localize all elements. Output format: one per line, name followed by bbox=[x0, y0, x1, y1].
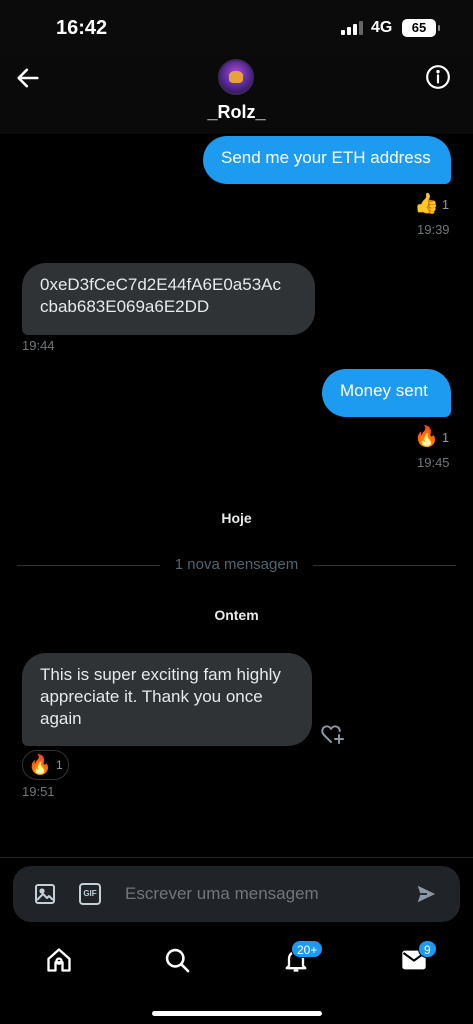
info-circle-icon[interactable] bbox=[425, 64, 451, 90]
fire-icon: 🔥 bbox=[28, 755, 52, 776]
message-text: Send me your ETH address bbox=[221, 148, 431, 167]
contact-name[interactable]: _Rolz_ bbox=[0, 102, 473, 123]
bottom-tab-bar: 20+ 9 bbox=[0, 930, 473, 1024]
message-time: 19:39 bbox=[417, 222, 450, 237]
reaction-count: 1 bbox=[441, 196, 450, 212]
new-messages-separator: 1 nova mensagem bbox=[0, 556, 473, 573]
status-bar: 16:42 4G 65 bbox=[0, 0, 473, 56]
reaction-count: 1 bbox=[441, 429, 450, 445]
arrow-left-icon[interactable] bbox=[14, 64, 42, 92]
image-icon[interactable] bbox=[33, 882, 57, 906]
notifications-badge: 20+ bbox=[291, 940, 324, 958]
message-reaction[interactable]: 🔥 1 bbox=[22, 750, 69, 780]
new-messages-label: 1 nova mensagem bbox=[166, 556, 307, 573]
thumbs-up-icon: 👍 bbox=[414, 193, 439, 215]
add-reaction-icon[interactable] bbox=[320, 722, 346, 746]
network-type: 4G bbox=[371, 19, 393, 36]
message-bubble-outgoing[interactable]: Send me your ETH address bbox=[203, 136, 451, 184]
message-time: 19:45 bbox=[417, 455, 450, 470]
divider bbox=[0, 857, 473, 858]
message-input[interactable] bbox=[125, 882, 395, 906]
signal-icon bbox=[341, 21, 365, 35]
fire-icon: 🔥 bbox=[414, 426, 439, 448]
day-separator-yesterday: Ontem bbox=[214, 607, 259, 623]
reaction-count: 1 bbox=[55, 758, 63, 772]
message-text-line: again bbox=[40, 709, 82, 728]
send-icon[interactable] bbox=[415, 883, 437, 905]
search-icon[interactable] bbox=[163, 946, 191, 974]
gif-icon[interactable]: GIF bbox=[79, 883, 101, 905]
message-time: 19:51 bbox=[22, 784, 55, 799]
message-time: 19:44 bbox=[22, 338, 55, 353]
messages-badge: 9 bbox=[418, 940, 437, 958]
message-text-line: appreciate it. Thank you once bbox=[40, 687, 263, 706]
home-icon[interactable] bbox=[45, 946, 73, 974]
message-bubble-incoming[interactable]: This is super exciting fam highly apprec… bbox=[22, 653, 312, 746]
message-reaction[interactable]: 👍 1 bbox=[414, 193, 449, 215]
chat-header: _Rolz_ bbox=[0, 56, 473, 134]
day-separator-today: Hoje bbox=[221, 510, 252, 526]
avatar[interactable] bbox=[218, 59, 254, 95]
message-bubble-incoming[interactable]: 0xeD3fCeC7d2E44fA6E0a53Ac cbab683E069a6E… bbox=[22, 263, 315, 335]
message-text-line: 0xeD3fCeC7d2E44fA6E0a53Ac bbox=[40, 275, 281, 294]
battery-icon: 65 bbox=[402, 19, 440, 37]
message-reaction[interactable]: 🔥 1 bbox=[414, 426, 449, 448]
message-composer: GIF bbox=[13, 866, 460, 922]
message-text-line: This is super exciting fam highly bbox=[40, 665, 281, 684]
message-text-line: cbab683E069a6E2DD bbox=[40, 297, 210, 316]
message-bubble-outgoing[interactable]: Money sent bbox=[322, 369, 451, 417]
status-time: 16:42 bbox=[56, 17, 108, 39]
message-text: Money sent bbox=[340, 381, 428, 400]
home-indicator bbox=[152, 1011, 322, 1016]
